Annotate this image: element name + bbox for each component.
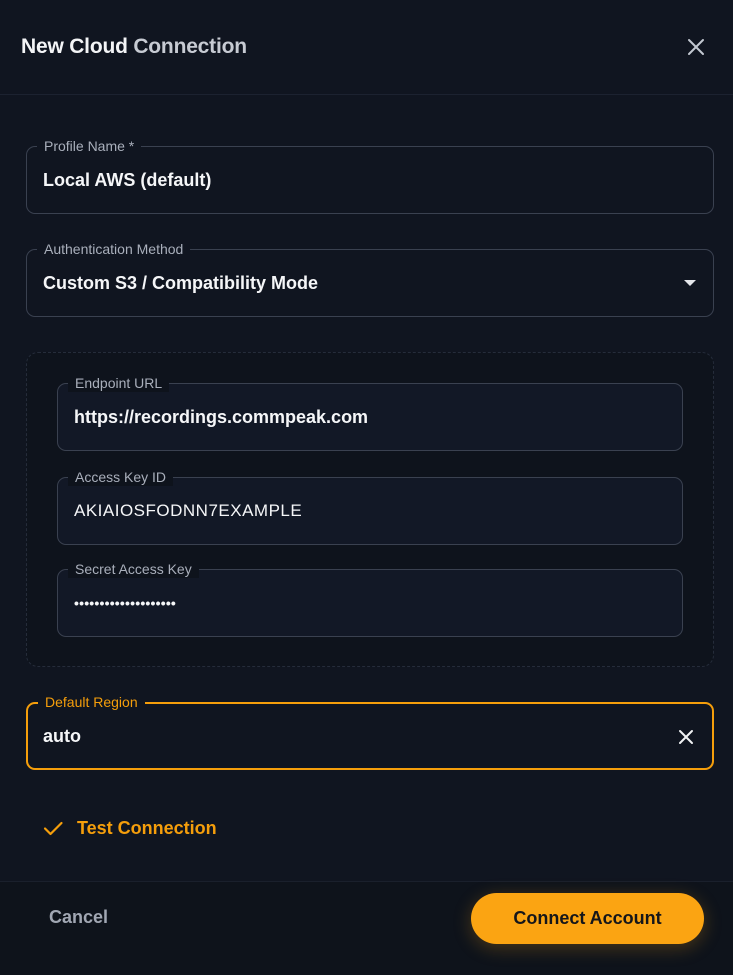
secret-access-key-input[interactable]: •••••••••••••••••••• [74,570,176,636]
dialog-header: New Cloud Connection [0,0,733,95]
dialog-title: New Cloud Connection [21,35,247,59]
access-key-id-input[interactable]: AKIAIOSFODNN7EXAMPLE [74,478,302,544]
profile-name-field[interactable]: Profile Name * Local AWS (default) [26,137,714,214]
test-connection-label: Test Connection [77,817,217,838]
default-region-field[interactable]: Default Region auto [26,693,714,770]
new-cloud-connection-dialog: New Cloud Connection Profile Name * Loca… [0,0,733,975]
cancel-button[interactable]: Cancel [49,907,108,928]
dialog-footer: Cancel Connect Account [0,881,733,975]
connect-account-button[interactable]: Connect Account [471,893,704,944]
endpoint-url-input[interactable]: https://recordings.commpeak.com [74,384,368,450]
access-key-id-field[interactable]: Access Key ID AKIAIOSFODNN7EXAMPLE [57,468,683,545]
profile-name-input[interactable]: Local AWS (default) [43,147,211,213]
auth-method-select[interactable]: Authentication Method Custom S3 / Compat… [26,240,714,317]
dialog-title-main: New Cloud [21,35,128,58]
check-icon [43,821,63,836]
test-connection-button[interactable]: Test Connection [42,816,217,840]
auth-method-value: Custom S3 / Compatibility Mode [43,272,319,293]
close-button[interactable] [684,35,708,59]
endpoint-url-field[interactable]: Endpoint URL https://recordings.commpeak… [57,374,683,451]
clear-icon [679,730,693,744]
close-icon [688,39,704,55]
clear-region-button[interactable] [676,727,696,747]
default-region-input[interactable]: auto [43,704,81,768]
dialog-title-rest: Connection [133,35,247,58]
secret-access-key-field[interactable]: Secret Access Key •••••••••••••••••••• [57,560,683,637]
s3-config-panel: Endpoint URL https://recordings.commpeak… [26,352,714,667]
chevron-down-icon [684,280,696,286]
